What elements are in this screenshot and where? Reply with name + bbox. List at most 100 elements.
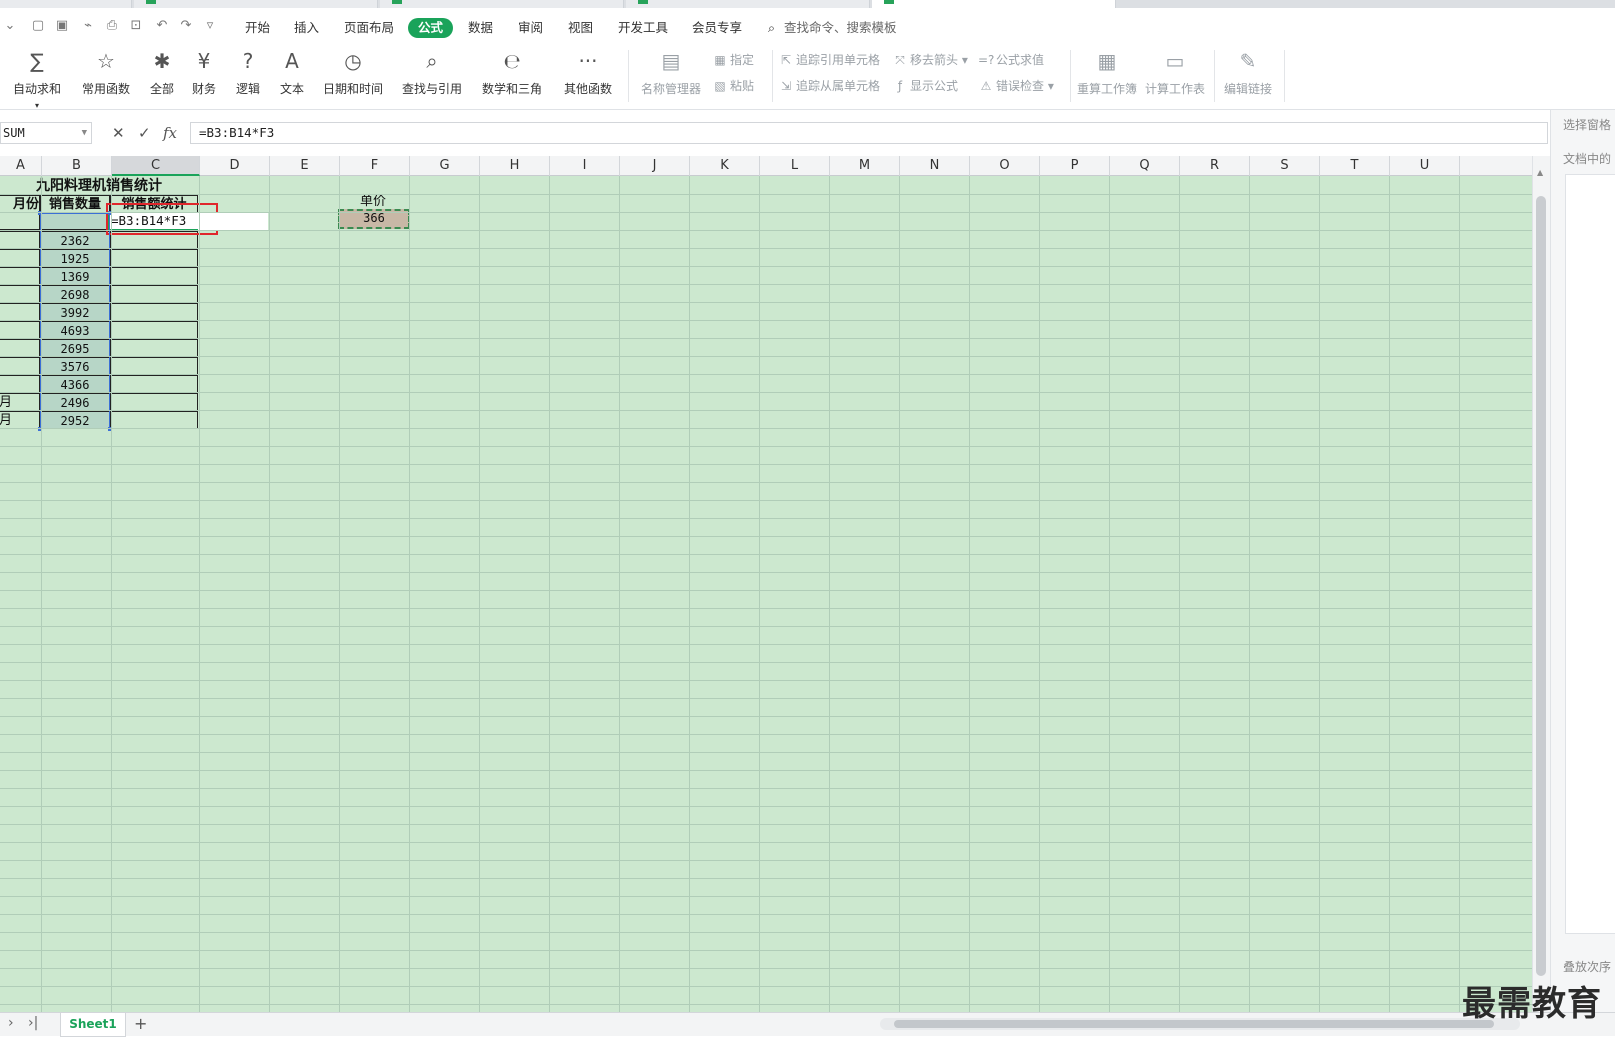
redo-icon[interactable]: ↷ <box>178 18 194 34</box>
column-header-c[interactable]: C <box>112 156 200 176</box>
document-tab-active[interactable] <box>872 0 1116 8</box>
column-header-p[interactable]: P <box>1040 156 1110 176</box>
print-icon[interactable]: ⎙ <box>104 18 120 34</box>
common-functions-button[interactable]: ☆ 常用函数 <box>74 48 138 104</box>
format-painter-icon[interactable]: ⌁ <box>80 18 96 34</box>
last-sheet-icon[interactable]: ›| <box>28 1015 38 1031</box>
menu-view[interactable]: 视图 <box>568 18 593 38</box>
quantity-cell[interactable]: 3992 <box>40 303 110 321</box>
quantity-cell[interactable]: 1925 <box>40 249 110 267</box>
sales-total-cell[interactable] <box>110 249 198 267</box>
recalc-workbook-button[interactable]: ▦ 重算工作簿 <box>1076 48 1138 104</box>
column-header-u[interactable]: U <box>1390 156 1460 176</box>
column-header-i[interactable]: I <box>550 156 620 176</box>
math-trig-button[interactable]: ℮ 数学和三角 <box>476 48 548 104</box>
financial-button[interactable]: ¥ 财务 <box>186 48 222 104</box>
month-cell[interactable]: 二月 <box>0 231 40 249</box>
header-month[interactable]: 月份 <box>0 195 40 213</box>
name-box[interactable]: SUM ▼ <box>0 122 92 144</box>
selection-pane-list[interactable] <box>1565 174 1615 934</box>
column-header-o[interactable]: O <box>970 156 1040 176</box>
sales-total-cell[interactable] <box>110 339 198 357</box>
trace-precedents-button[interactable]: ⇱ 追踪引用单元格 <box>778 50 880 70</box>
sales-total-cell[interactable] <box>110 357 198 375</box>
menu-data[interactable]: 数据 <box>468 18 493 38</box>
month-cell[interactable]: 四月 <box>0 267 40 285</box>
menu-formulas[interactable]: 公式 <box>408 18 454 38</box>
scroll-up-icon[interactable]: ▲ <box>1537 168 1543 177</box>
month-cell[interactable]: 八月 <box>0 339 40 357</box>
other-functions-button[interactable]: ··· 其他函数 <box>556 48 620 104</box>
quantity-cell[interactable]: 4366 <box>40 375 110 393</box>
insert-function-icon[interactable]: fx <box>163 124 177 142</box>
month-cell[interactable]: 十二月 <box>0 411 40 429</box>
month-cell[interactable]: 十月 <box>0 375 40 393</box>
menu-review[interactable]: 审阅 <box>518 18 543 38</box>
error-check-button[interactable]: ⚠ 错误检查 ▾ <box>978 76 1054 96</box>
table-title[interactable]: 九阳料理机销售统计 <box>0 177 198 195</box>
customize-icon[interactable]: ▿ <box>202 18 218 34</box>
column-header-f[interactable]: F <box>340 156 410 176</box>
menu-member[interactable]: 会员专享 <box>692 18 742 38</box>
undo-icon[interactable]: ↶ <box>154 18 170 34</box>
sheet-tab-sheet1[interactable]: Sheet1 <box>60 1013 126 1037</box>
date-time-button[interactable]: ◷ 日期和时间 <box>318 48 388 104</box>
command-search[interactable]: 查找命令、搜索模板 <box>784 18 897 38</box>
sales-total-cell[interactable] <box>110 411 198 429</box>
quantity-cell[interactable]: 2496 <box>40 393 110 411</box>
month-cell[interactable]: 五月 <box>0 285 40 303</box>
assign-button[interactable]: ▦ 指定 <box>712 50 754 70</box>
new-file-icon[interactable]: ▢ <box>30 18 46 34</box>
menu-insert[interactable]: 插入 <box>294 18 319 38</box>
horizontal-scroll-thumb[interactable] <box>894 1020 1494 1028</box>
document-tab[interactable] <box>0 0 132 8</box>
worksheet[interactable]: ABCDEFGHIJKLMNOPQRSTU 九阳料理机销售统计 月份 销售数量 销售额… <box>0 156 1532 1012</box>
menu-page-layout[interactable]: 页面布局 <box>344 18 394 38</box>
month-cell[interactable]: 七月 <box>0 321 40 339</box>
vertical-scroll-thumb[interactable] <box>1536 196 1546 976</box>
cancel-icon[interactable]: ✕ <box>112 124 125 142</box>
quantity-cell[interactable]: 4693 <box>40 321 110 339</box>
document-tab[interactable] <box>380 0 624 8</box>
column-header-b[interactable]: B <box>42 156 112 176</box>
month-cell[interactable]: 九月 <box>0 357 40 375</box>
month-cell[interactable]: 一月 <box>0 212 40 230</box>
all-functions-button[interactable]: ✱ 全部 <box>144 48 180 104</box>
quantity-cell[interactable]: 2695 <box>40 339 110 357</box>
column-header-t[interactable]: T <box>1320 156 1390 176</box>
quantity-cell[interactable]: 3576 <box>40 357 110 375</box>
quantity-cell[interactable]: 2698 <box>40 285 110 303</box>
logical-button[interactable]: ? 逻辑 <box>230 48 266 104</box>
text-functions-button[interactable]: A 文本 <box>274 48 310 104</box>
column-header-q[interactable]: Q <box>1110 156 1180 176</box>
quantity-cell[interactable] <box>40 212 110 230</box>
evaluate-formula-button[interactable]: =? 公式求值 <box>978 50 1044 70</box>
column-header-r[interactable]: R <box>1180 156 1250 176</box>
column-header-h[interactable]: H <box>480 156 550 176</box>
formula-input[interactable]: =B3:B14*F3 <box>190 122 1548 144</box>
remove-arrows-button[interactable]: ⤧ 移去箭头 ▾ <box>892 50 968 70</box>
sales-total-cell[interactable] <box>110 393 198 411</box>
month-cell[interactable]: 十一月 <box>0 393 40 411</box>
column-header-l[interactable]: L <box>760 156 830 176</box>
column-header-j[interactable]: J <box>620 156 690 176</box>
month-cell[interactable]: 六月 <box>0 303 40 321</box>
sales-total-cell[interactable] <box>110 285 198 303</box>
chevron-down-icon[interactable]: ⌄ <box>2 18 18 34</box>
autosum-button[interactable]: ∑ 自动求和 ▾ <box>6 48 68 110</box>
quantity-cell[interactable]: 1369 <box>40 267 110 285</box>
confirm-icon[interactable]: ✓ <box>138 124 151 142</box>
save-icon[interactable]: ▣ <box>54 18 70 34</box>
horizontal-scrollbar[interactable] <box>880 1018 1520 1030</box>
column-header-g[interactable]: G <box>410 156 480 176</box>
cell-d3[interactable] <box>198 213 268 231</box>
header-quantity[interactable]: 销售数量 <box>40 195 110 213</box>
month-cell[interactable]: 三月 <box>0 249 40 267</box>
quantity-cell[interactable]: 2362 <box>40 231 110 249</box>
edit-links-button[interactable]: ✎ 编辑链接 <box>1220 48 1276 104</box>
column-header-d[interactable]: D <box>200 156 270 176</box>
sales-total-cell[interactable] <box>110 375 198 393</box>
chevron-down-icon[interactable]: ▼ <box>82 123 87 143</box>
document-tab[interactable] <box>134 0 378 8</box>
column-header-a[interactable]: A <box>0 156 42 176</box>
